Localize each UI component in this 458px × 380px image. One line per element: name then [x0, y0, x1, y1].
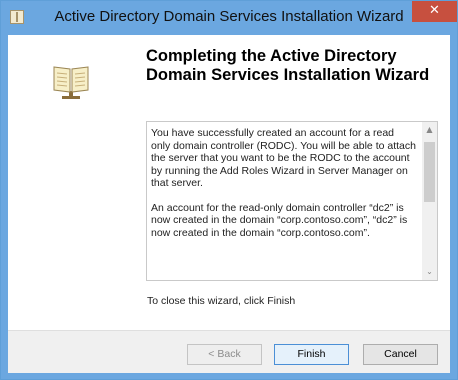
wizard-window: Active Directory Domain Services Install… — [0, 0, 458, 380]
summary-paragraph-2: An account for the read-only domain cont… — [151, 201, 408, 239]
scroll-thumb[interactable] — [424, 142, 435, 202]
page-title: Completing the Active Directory Domain S… — [146, 47, 430, 84]
scroll-up-icon[interactable]: ▲ — [422, 123, 437, 137]
summary-textbox[interactable]: You have successfully created an account… — [146, 121, 438, 281]
back-button[interactable]: < Back — [187, 344, 262, 365]
finish-button[interactable]: Finish — [274, 344, 349, 365]
wizard-main: Completing the Active Directory Domain S… — [132, 35, 450, 330]
scroll-down-icon[interactable]: ⌄ — [422, 265, 437, 279]
button-bar: < Back Finish Cancel — [8, 330, 450, 373]
close-button[interactable]: ✕ — [412, 1, 457, 22]
wizard-client-area: Completing the Active Directory Domain S… — [8, 35, 450, 373]
title-bar[interactable]: Active Directory Domain Services Install… — [1, 1, 457, 35]
summary-text: You have successfully created an account… — [151, 127, 416, 251]
summary-scrollbar[interactable]: ▲ ⌄ — [422, 122, 437, 280]
book-icon — [53, 66, 89, 99]
window-title: Active Directory Domain Services Install… — [54, 8, 404, 25]
wizard-sidebar — [8, 35, 132, 330]
cancel-button[interactable]: Cancel — [363, 344, 438, 365]
summary-paragraph-1: You have successfully created an account… — [151, 127, 416, 189]
finish-instruction: To close this wizard, click Finish — [147, 295, 296, 307]
